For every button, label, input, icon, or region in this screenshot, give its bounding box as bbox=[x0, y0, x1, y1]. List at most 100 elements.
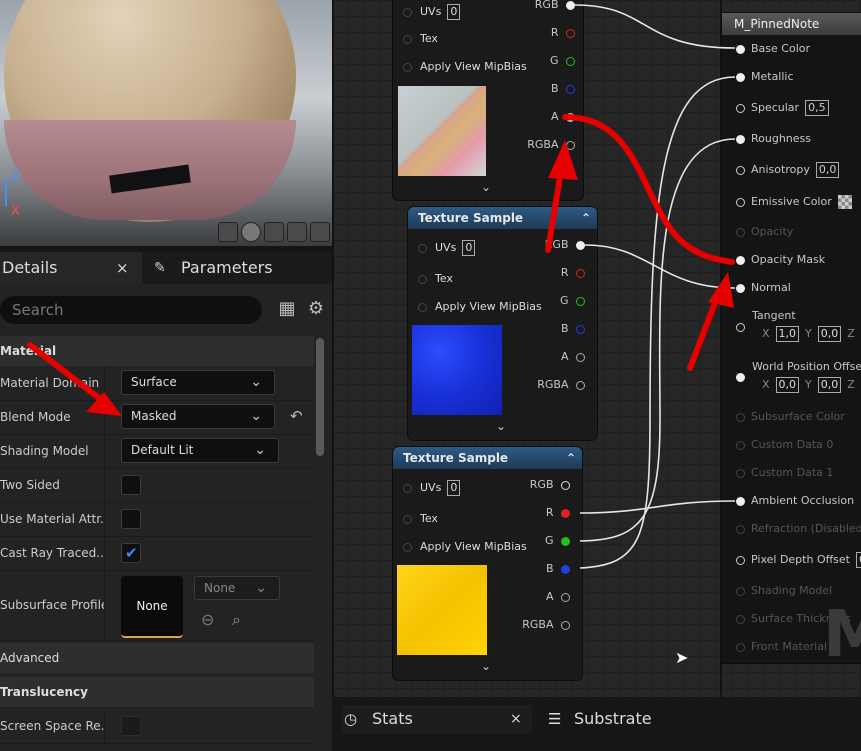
result-pin-emissive-color[interactable]: Emissive Color bbox=[736, 193, 852, 211]
node-1-out-rgba[interactable]: RGBA bbox=[505, 135, 575, 155]
cast-ray-traced-checkbox[interactable]: ✔ bbox=[121, 543, 141, 563]
node-2-out-g[interactable]: G bbox=[535, 291, 585, 311]
node-3-out-g[interactable]: G bbox=[520, 531, 570, 551]
node-2-header[interactable]: Texture Sample ⌃ bbox=[408, 207, 597, 229]
result-pin-normal[interactable]: Normal bbox=[736, 279, 791, 297]
two-sided-checkbox[interactable] bbox=[121, 475, 141, 495]
node-1-uvs-value[interactable]: 0 bbox=[447, 4, 461, 20]
tangent-y-field[interactable]: 0,0 bbox=[817, 326, 842, 342]
use-selected-asset-icon[interactable]: ⊖ bbox=[201, 610, 214, 629]
screen-space-reflections-checkbox[interactable] bbox=[121, 716, 141, 736]
result-pin-specular[interactable]: Specular 0,5 bbox=[736, 99, 829, 117]
preview-viewport[interactable]: Z X bbox=[0, 0, 332, 246]
node-3-out-b[interactable]: B bbox=[520, 559, 570, 579]
result-pin-pixel-depth-offset[interactable]: Pixel Depth Offset 0 bbox=[736, 551, 861, 569]
node-2-uvs-value[interactable]: 0 bbox=[462, 240, 476, 256]
subsurface-profile-dropdown[interactable]: None ⌄ bbox=[194, 576, 280, 600]
result-pin-roughness[interactable]: Roughness bbox=[736, 130, 811, 148]
result-pin-tangent[interactable] bbox=[736, 318, 751, 336]
node-3-out-rgb-label: RGB bbox=[529, 478, 554, 491]
result-pin-world-position-offset[interactable] bbox=[736, 368, 751, 386]
node-3-out-r[interactable]: R bbox=[520, 503, 570, 523]
result-pin-shading-model[interactable]: Shading Model bbox=[736, 582, 832, 600]
table-view-icon[interactable]: ▦ bbox=[277, 299, 297, 319]
node-2-out-rgb[interactable]: RGB bbox=[535, 235, 585, 255]
tab-substrate[interactable]: ☰ Substrate bbox=[546, 705, 686, 733]
node-3-tex-pin[interactable]: Tex bbox=[403, 509, 438, 529]
result-node-header[interactable]: M_PinnedNote bbox=[722, 13, 861, 35]
section-material[interactable]: Material bbox=[0, 336, 314, 366]
result-pin-subsurface-color[interactable]: Subsurface Color bbox=[736, 408, 845, 426]
result-pin-anisotropy[interactable]: Anisotropy 0,0 bbox=[736, 161, 840, 179]
node-1-expand-icon[interactable]: ⌄ bbox=[481, 180, 491, 194]
node-3-out-rgba[interactable]: RGBA bbox=[500, 615, 570, 635]
anisotropy-value-field[interactable]: 0,0 bbox=[815, 162, 840, 178]
node-2-expand-icon[interactable]: ⌄ bbox=[496, 419, 506, 433]
node-3-out-rgb[interactable]: RGB bbox=[520, 475, 570, 495]
node-1-out-r[interactable]: R bbox=[525, 23, 575, 43]
result-pin-opacity-mask[interactable]: Opacity Mask bbox=[736, 251, 825, 269]
node-3-collapse-icon[interactable]: ⌃ bbox=[566, 447, 576, 469]
details-panel: Details × ✎ Parameters Search ▦ ⚙ Materi… bbox=[0, 252, 332, 751]
pixel-depth-offset-field[interactable]: 0 bbox=[856, 552, 861, 568]
tab-stats-close-icon[interactable]: × bbox=[510, 705, 522, 733]
node-2-uvs-pin[interactable]: UVs 0 bbox=[418, 238, 476, 258]
subsurface-profile-thumbnail[interactable]: None bbox=[121, 576, 183, 638]
wpo-x-field[interactable]: 0,0 bbox=[775, 377, 800, 393]
section-translucency[interactable]: Translucency bbox=[0, 677, 314, 707]
result-pin-opacity[interactable]: Opacity bbox=[736, 223, 793, 241]
result-pin-refraction[interactable]: Refraction (Disabled) bbox=[736, 520, 861, 538]
node-1-out-b[interactable]: B bbox=[525, 79, 575, 99]
node-3-out-a[interactable]: A bbox=[520, 587, 570, 607]
node-2-out-a[interactable]: A bbox=[535, 347, 585, 367]
node-1-out-rgb[interactable]: RGB bbox=[525, 0, 575, 15]
cylinder-icon[interactable] bbox=[218, 222, 238, 242]
node-1-mipbias-pin[interactable]: Apply View MipBias bbox=[403, 57, 527, 77]
node-1-tex-pin[interactable]: Tex bbox=[403, 29, 438, 49]
material-domain-dropdown[interactable]: Surface ⌄ bbox=[121, 370, 275, 395]
result-pin-metallic[interactable]: Metallic bbox=[736, 68, 794, 86]
material-result-node[interactable]: M_PinnedNote Base Color Metallic Specula… bbox=[722, 13, 861, 663]
result-pin-custom-data-0[interactable]: Custom Data 0 bbox=[736, 436, 833, 454]
teapot-icon[interactable] bbox=[310, 222, 330, 242]
result-pin-custom-data-1[interactable]: Custom Data 1 bbox=[736, 464, 833, 482]
node-1-out-a[interactable]: A bbox=[525, 107, 575, 127]
section-advanced[interactable]: Advanced bbox=[0, 643, 314, 673]
wpo-y-field[interactable]: 0,0 bbox=[817, 377, 842, 393]
reset-arrow-icon[interactable]: ↶ bbox=[290, 407, 303, 425]
tab-details[interactable]: Details × bbox=[0, 252, 142, 284]
node-3-uvs-pin[interactable]: UVs 0 bbox=[403, 478, 461, 498]
node-2-out-r[interactable]: R bbox=[535, 263, 585, 283]
node-2-collapse-icon[interactable]: ⌃ bbox=[581, 207, 591, 229]
node-2-tex-pin[interactable]: Tex bbox=[418, 269, 453, 289]
node-1-uvs-pin[interactable]: UVs 0 bbox=[403, 2, 461, 22]
details-scrollbar[interactable] bbox=[316, 338, 324, 456]
blend-mode-dropdown[interactable]: Masked ⌄ bbox=[121, 404, 275, 429]
node-2-out-rgba[interactable]: RGBA bbox=[515, 375, 585, 395]
tab-parameters[interactable]: ✎ Parameters bbox=[154, 252, 324, 284]
node-1-out-g[interactable]: G bbox=[525, 51, 575, 71]
node-3-mipbias-pin[interactable]: Apply View MipBias bbox=[403, 537, 527, 557]
result-pin-base-color[interactable]: Base Color bbox=[736, 40, 810, 58]
tab-details-close-icon[interactable]: × bbox=[116, 252, 129, 284]
result-pin-ambient-occlusion[interactable]: Ambient Occlusion bbox=[736, 492, 854, 510]
use-material-attributes-checkbox[interactable] bbox=[121, 509, 141, 529]
specular-value-field[interactable]: 0,5 bbox=[805, 100, 829, 116]
sphere-icon[interactable] bbox=[241, 222, 261, 242]
plane-icon[interactable] bbox=[264, 222, 284, 242]
search-input[interactable]: Search bbox=[0, 296, 262, 324]
shading-model-dropdown[interactable]: Default Lit ⌄ bbox=[121, 438, 279, 463]
node-3-uvs-value[interactable]: 0 bbox=[447, 480, 461, 496]
gear-icon[interactable]: ⚙ bbox=[306, 299, 326, 319]
node-3-header[interactable]: Texture Sample ⌃ bbox=[393, 447, 582, 469]
node-2-mipbias-pin[interactable]: Apply View MipBias bbox=[418, 297, 542, 317]
tab-stats[interactable]: ◷ Stats × bbox=[342, 705, 532, 733]
result-pin-front-material[interactable]: Front Material bbox=[736, 638, 827, 656]
tangent-x-field[interactable]: 1,0 bbox=[775, 326, 800, 342]
browse-asset-icon[interactable]: ⌕ bbox=[232, 610, 241, 630]
node-2-out-b[interactable]: B bbox=[535, 319, 585, 339]
emissive-color-swatch[interactable] bbox=[837, 195, 852, 209]
node-3-expand-icon[interactable]: ⌄ bbox=[481, 659, 491, 673]
result-pin-label: Roughness bbox=[751, 132, 812, 145]
cube-icon[interactable] bbox=[287, 222, 307, 242]
